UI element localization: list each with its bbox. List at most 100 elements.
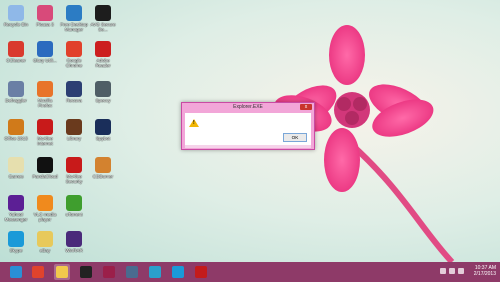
desktop-icon-adobe[interactable]: Adobe Reader [89, 38, 117, 68]
clock[interactable]: 10:37 AM 2/17/2013 [474, 265, 496, 277]
dialog-title: Explorer.EXE [233, 104, 263, 110]
system-tray-icons[interactable] [440, 268, 470, 276]
avg-icon [95, 5, 111, 21]
speccy-icon [95, 81, 111, 97]
desktop-icon-label: Recuva [66, 98, 82, 103]
games-icon [8, 157, 24, 173]
taskbar: 10:37 AM 2/17/2013 [0, 262, 500, 282]
taskbar-explorer-button[interactable] [54, 264, 70, 280]
desktop-icon-spybot[interactable]: Spybot [89, 116, 117, 141]
cdburner-icon [95, 157, 111, 173]
desktop-icon-mcafee-security[interactable]: McAfee Security [60, 154, 88, 184]
tray-icon[interactable] [440, 268, 446, 274]
warning-icon: ! [189, 119, 199, 127]
taskbar-app2-button[interactable] [124, 264, 140, 280]
desktop-icon-mcafee-internet[interactable]: McAfee Internet [31, 116, 59, 146]
library-icon [66, 119, 82, 135]
desktop-icon-label: WinRAR [65, 248, 83, 253]
desktop-icon-picasa[interactable]: Picasa 3 [31, 2, 59, 27]
desktop-icon-cdburner[interactable]: CDBurner [89, 154, 117, 179]
desktop-icon-pandacloud[interactable]: PandaCloud [31, 154, 59, 179]
desktop-icon-label: Speccy [95, 98, 111, 103]
desktop-icon-skype[interactable]: Skype [2, 228, 30, 253]
desktop-icon-defraggler[interactable]: Defraggler [2, 78, 30, 103]
desktop-icon-label: Glary Utili... [33, 58, 57, 63]
desktop-icon-vlc[interactable]: VLC media player [31, 192, 59, 222]
desktop-icon-label: uTorrent [65, 212, 83, 217]
dialog-body: ! OK [185, 113, 311, 145]
taskbar-chrome-button[interactable] [30, 264, 46, 280]
desktop-icon-label: eBay [39, 248, 51, 253]
desktop-icon-label: McAfee Internet [37, 136, 53, 146]
desktop-icon-utorrent[interactable]: uTorrent [60, 192, 88, 217]
desktop-icon-speccy[interactable]: Speccy [89, 78, 117, 103]
defraggler-icon [8, 81, 24, 97]
taskbar-app1-button[interactable] [101, 264, 117, 280]
desktop-icon-ccleaner[interactable]: CCleaner [2, 38, 30, 63]
desktop-icon-label: CCleaner [6, 58, 26, 63]
desktop-icon-label: Mozilla Firefox [37, 98, 53, 108]
skype-icon [8, 231, 24, 247]
desktop-icon-recuva[interactable]: Recuva [60, 78, 88, 103]
desktop-icon-chrome[interactable]: Google Chrome [60, 38, 88, 68]
desktop-icon-label: Picasa 3 [36, 22, 54, 27]
winrar-icon [66, 231, 82, 247]
desktop-icon-firefox[interactable]: Mozilla Firefox [31, 78, 59, 108]
desktop-icon-label: Free Desktop Manager [60, 22, 88, 32]
internet-explorer-icon [10, 266, 22, 278]
app-icon [149, 266, 161, 278]
chrome-icon [32, 266, 44, 278]
desktop-icon-games[interactable]: Games [2, 154, 30, 179]
chrome-icon [66, 41, 82, 57]
app-icon [195, 266, 207, 278]
dialog-close-button[interactable]: x [300, 104, 312, 110]
ccleaner-icon [8, 41, 24, 57]
glary-icon [37, 41, 53, 57]
app-icon [103, 266, 115, 278]
picasa-icon [37, 5, 53, 21]
amazon-icon [80, 266, 92, 278]
utorrent-icon [66, 195, 82, 211]
desktop-icon-office[interactable]: Office 2013 [2, 116, 30, 141]
desktop-icon-label: Defraggler [5, 98, 27, 103]
desktop-icon-label: Recycle Bin [3, 22, 29, 27]
recuva-icon [66, 81, 82, 97]
taskbar-app3-button[interactable] [147, 264, 163, 280]
dialog-footer [185, 145, 311, 148]
taskbar-app4-button[interactable] [193, 264, 209, 280]
desktop-icon-library[interactable]: Library [60, 116, 88, 141]
ok-button[interactable]: OK [283, 133, 307, 142]
desktop-icon-label: Library [66, 136, 82, 141]
desktop-icon-winrar[interactable]: WinRAR [60, 228, 88, 253]
desktop-icon-recycle-bin[interactable]: Recycle Bin [2, 2, 30, 27]
desktop-icon-label: VLC media player [33, 212, 57, 222]
desktop-icon-label: Adobe Reader [95, 58, 111, 68]
taskbar-ie-button[interactable] [8, 264, 24, 280]
skype-icon [172, 266, 184, 278]
desktop-icon-label: McAfee Security [65, 174, 83, 184]
app-icon [126, 266, 138, 278]
desktop-icon-glary[interactable]: Glary Utili... [31, 38, 59, 63]
yahoo-icon [8, 195, 24, 211]
desktop-icon-label: Yahoo! Messenger [4, 212, 28, 222]
tray-icon[interactable] [449, 268, 455, 274]
desktop-manager-icon [66, 5, 82, 21]
taskbar-amazon-button[interactable] [78, 264, 94, 280]
adobe-icon [95, 41, 111, 57]
spybot-icon [95, 119, 111, 135]
firefox-icon [37, 81, 53, 97]
desktop-icon-free-desktop-manager[interactable]: Free Desktop Manager [60, 2, 88, 32]
desktop-icon-avg[interactable]: AVG Secure Se... [89, 2, 117, 32]
mcafee-icon [37, 119, 53, 135]
desktop-icon-label: AVG Secure Se... [90, 22, 116, 32]
desktop-icon-label: Skype [9, 248, 23, 253]
taskbar-skype-button[interactable] [170, 264, 186, 280]
desktop-icon-grid: Recycle Bin Picasa 3 Free Desktop Manage… [0, 0, 120, 262]
tray-icon[interactable] [458, 268, 464, 274]
clock-date: 2/17/2013 [473, 271, 496, 277]
warning-glyph: ! [193, 120, 195, 126]
ebay-icon [37, 231, 53, 247]
desktop-icon-ebay[interactable]: eBay [31, 228, 59, 253]
vlc-icon [37, 195, 53, 211]
desktop-icon-yahoo[interactable]: Yahoo! Messenger [2, 192, 30, 222]
